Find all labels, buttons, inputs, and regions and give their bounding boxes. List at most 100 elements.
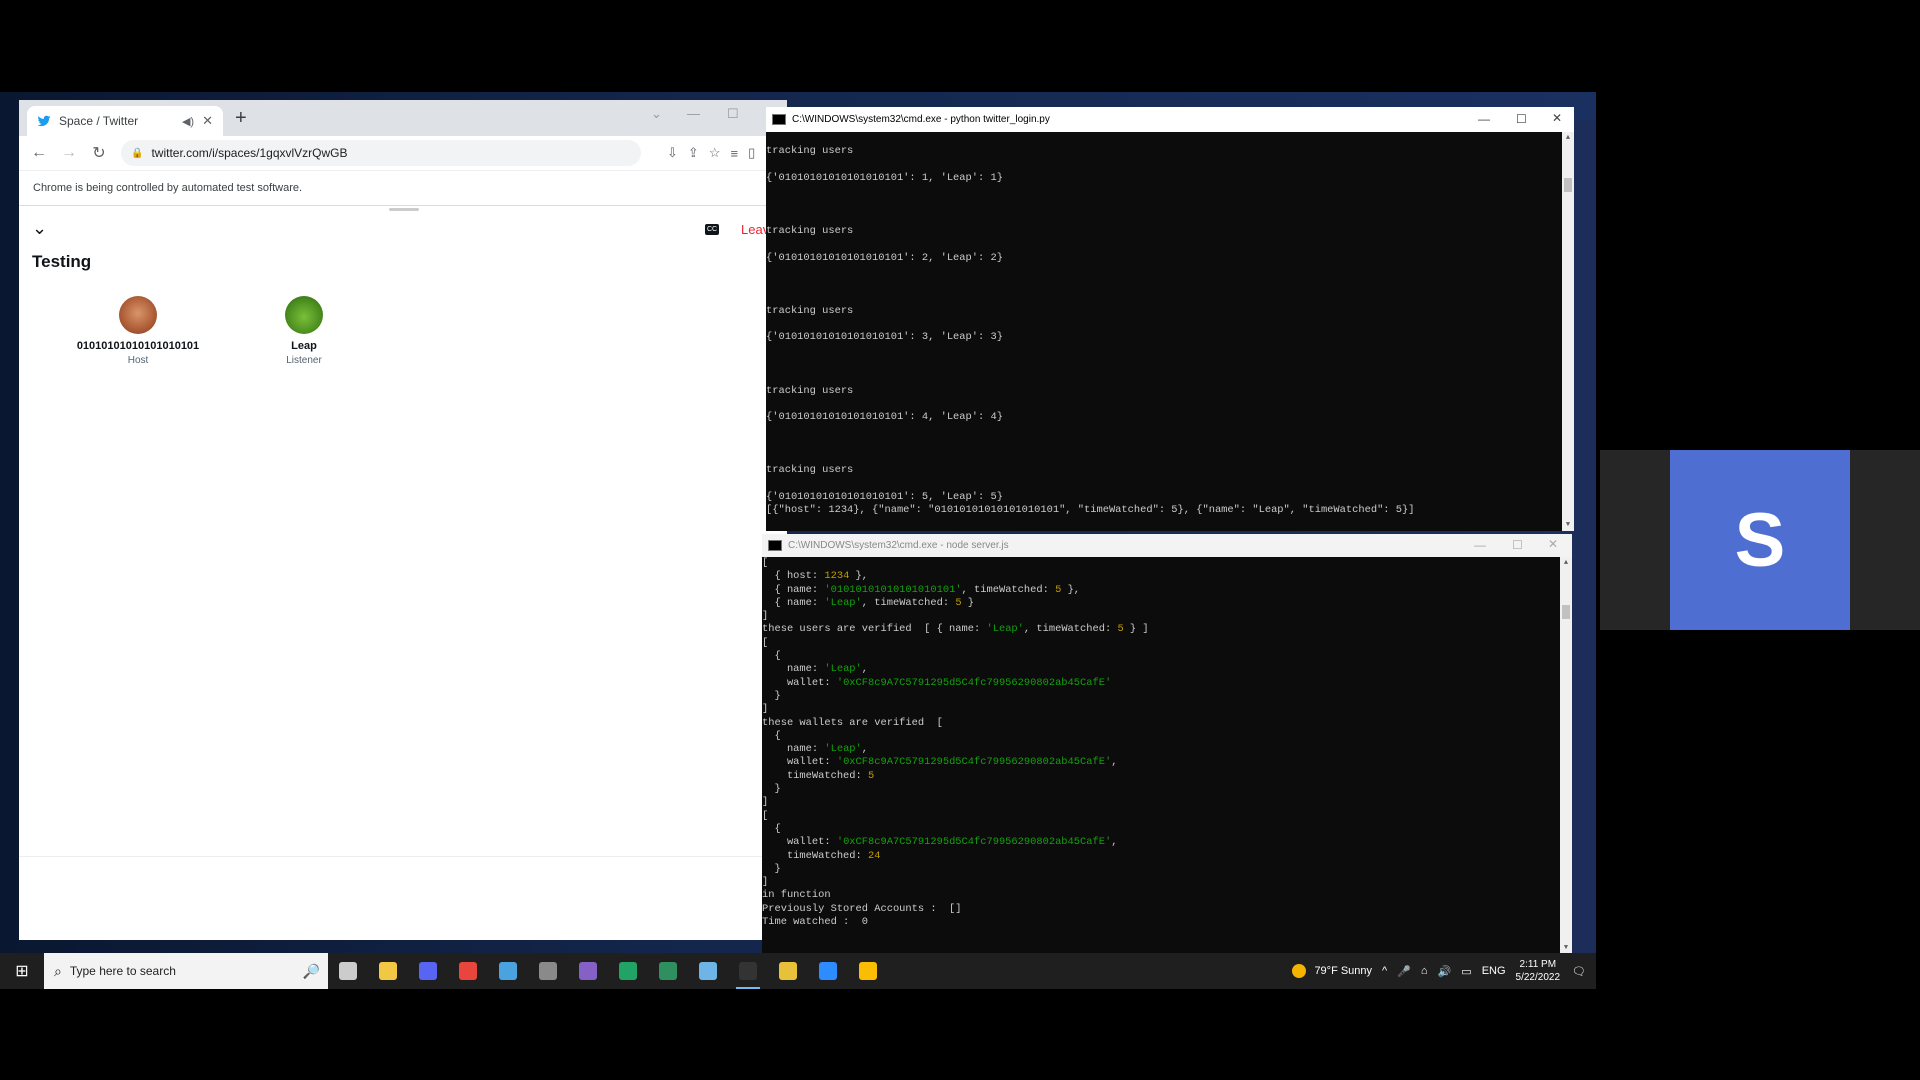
participant-host[interactable]: 01010101010101010101 Host bbox=[63, 296, 213, 366]
excel-icon[interactable] bbox=[608, 953, 648, 989]
node-terminal-window: C:\WINDOWS\system32\cmd.exe - node serve… bbox=[762, 534, 1572, 954]
terminal-text: , bbox=[861, 743, 869, 756]
scroll-thumb[interactable] bbox=[1562, 605, 1570, 619]
share-icon[interactable]: ⇪ bbox=[688, 145, 699, 161]
terminal-line: these wallets are verified [ bbox=[762, 717, 1572, 730]
minimize-icon[interactable]: — bbox=[687, 106, 700, 121]
chevron-up-icon[interactable]: ^ bbox=[1382, 965, 1387, 977]
chrome-icon-glyph bbox=[459, 962, 477, 980]
terminal-text: 24 bbox=[868, 849, 881, 862]
chevron-down-icon[interactable]: ⌄ bbox=[651, 106, 662, 122]
microphone-icon[interactable]: 🎤 bbox=[1397, 965, 1411, 978]
terminal-text: these wallets are verified [ bbox=[762, 716, 943, 729]
git-icon[interactable] bbox=[768, 953, 808, 989]
terminal-text: name: bbox=[762, 663, 825, 676]
terminal-text: '0xCF8c9A7C5791295d5C4fc79956290802ab45C… bbox=[836, 676, 1112, 689]
browser-window: Space / Twitter ◀) ✕ + ⌄ — ☐ ← → ↻ 🔒 twi… bbox=[19, 100, 787, 940]
new-tab-button[interactable]: + bbox=[235, 107, 247, 130]
terminal-output[interactable]: [ { host: 1234 }, { name: '0101010101010… bbox=[762, 557, 1572, 954]
scroll-down-icon[interactable]: ▼ bbox=[1562, 521, 1574, 529]
terminal-text: ] bbox=[762, 796, 769, 809]
terminal-line: name: 'Leap', bbox=[762, 743, 1572, 756]
collapse-chevron-icon[interactable]: ⌄ bbox=[32, 218, 47, 239]
spreadsheet-icon[interactable] bbox=[648, 953, 688, 989]
minimize-icon[interactable]: — bbox=[1478, 112, 1490, 126]
close-icon[interactable]: ✕ bbox=[1552, 111, 1562, 125]
desktop-edge bbox=[1572, 120, 1596, 980]
task-view-icon[interactable] bbox=[328, 953, 368, 989]
close-icon[interactable]: ✕ bbox=[1548, 537, 1558, 551]
notepad-icon[interactable] bbox=[488, 953, 528, 989]
terminal-icon[interactable] bbox=[728, 953, 768, 989]
maximize-icon[interactable]: ☐ bbox=[1512, 538, 1523, 552]
install-icon[interactable]: ⇩ bbox=[667, 145, 678, 161]
terminal-line: {'01010101010101010101': 5, 'Leap': 5} bbox=[766, 491, 1003, 504]
chrome-icon-2[interactable] bbox=[848, 953, 888, 989]
forward-icon[interactable]: → bbox=[59, 144, 79, 162]
terminal-line: tracking users bbox=[766, 384, 854, 397]
scrollbar[interactable]: ▲ ▼ bbox=[1562, 132, 1574, 531]
terminal-line: wallet: '0xCF8c9A7C5791295d5C4fc79956290… bbox=[762, 677, 1572, 690]
weather-text[interactable]: 79°F Sunny bbox=[1314, 965, 1372, 977]
terminal-text: , timeWatched: bbox=[1023, 623, 1118, 636]
scroll-up-icon[interactable]: ▲ bbox=[1560, 559, 1572, 567]
terminal-output[interactable]: tracking users {'01010101010101010101': 1… bbox=[766, 132, 1574, 531]
notifications-icon[interactable]: 🗨 bbox=[1572, 965, 1586, 978]
participant-video-tile[interactable]: S bbox=[1670, 450, 1850, 630]
maximize-icon[interactable]: ☐ bbox=[727, 106, 739, 122]
editor-icon[interactable] bbox=[688, 953, 728, 989]
clock[interactable]: 2:11 PM 5/22/2022 bbox=[1516, 958, 1561, 984]
zoom-icon[interactable] bbox=[808, 953, 848, 989]
terminal-text: } bbox=[762, 862, 781, 875]
tab-space-twitter[interactable]: Space / Twitter ◀) ✕ bbox=[27, 106, 223, 136]
divider bbox=[19, 856, 787, 857]
side-panel-icon[interactable]: ▯ bbox=[748, 145, 755, 161]
close-tab-icon[interactable]: ✕ bbox=[202, 113, 213, 129]
terminal-line: ] bbox=[762, 703, 1572, 716]
language-indicator[interactable]: ENG bbox=[1482, 965, 1506, 977]
bookmark-star-icon[interactable]: ☆ bbox=[709, 145, 721, 161]
file-explorer-icon[interactable] bbox=[368, 953, 408, 989]
chrome-icon[interactable] bbox=[448, 953, 488, 989]
terminal-line: {'01010101010101010101': 3, 'Leap': 3} bbox=[766, 331, 1003, 344]
taskbar-search[interactable]: ⌕ Type here to search 🔎 bbox=[44, 953, 328, 989]
scroll-thumb[interactable] bbox=[1564, 178, 1572, 192]
network-icon[interactable]: ⌂ bbox=[1421, 965, 1428, 977]
zoom-icon-glyph bbox=[819, 962, 837, 980]
terminal-text: '0xCF8c9A7C5791295d5C4fc79956290802ab45C… bbox=[836, 756, 1112, 769]
python-terminal-window: C:\WINDOWS\system32\cmd.exe - python twi… bbox=[766, 107, 1574, 531]
address-bar[interactable]: 🔒 twitter.com/i/spaces/1gqxvlVzrQwGB bbox=[121, 140, 641, 166]
game-icon[interactable] bbox=[528, 953, 568, 989]
scroll-down-icon[interactable]: ▼ bbox=[1560, 944, 1572, 952]
avatar bbox=[285, 296, 323, 334]
volume-icon[interactable]: 🔊 bbox=[1438, 965, 1452, 978]
terminal-line: tracking users bbox=[766, 225, 854, 238]
terminal-text: , bbox=[1111, 756, 1118, 769]
display-icon[interactable]: ▭ bbox=[1461, 965, 1471, 978]
search-highlight-icon: 🔎 bbox=[302, 962, 320, 979]
speaker-icon[interactable]: ◀) bbox=[182, 115, 194, 128]
participant-listener[interactable]: Leap Listener bbox=[229, 296, 379, 366]
automation-infobar: Chrome is being controlled by automated … bbox=[19, 170, 787, 206]
terminal-line: { name: '01010101010101010101', timeWatc… bbox=[762, 584, 1572, 597]
drag-handle[interactable] bbox=[389, 208, 419, 211]
back-icon[interactable]: ← bbox=[29, 144, 49, 162]
minimize-icon[interactable]: — bbox=[1474, 538, 1486, 552]
terminal-line: wallet: '0xCF8c9A7C5791295d5C4fc79956290… bbox=[762, 836, 1572, 849]
reading-list-icon[interactable]: ≡ bbox=[730, 146, 738, 161]
visual-studio-icon[interactable] bbox=[568, 953, 608, 989]
windows-start-icon[interactable]: ⊞ bbox=[0, 961, 44, 981]
reload-icon[interactable]: ↻ bbox=[89, 143, 109, 163]
terminal-line: [ bbox=[762, 557, 1572, 570]
discord-icon[interactable] bbox=[408, 953, 448, 989]
maximize-icon[interactable]: ☐ bbox=[1516, 112, 1527, 126]
captions-button[interactable]: CC bbox=[705, 224, 719, 235]
search-placeholder: Type here to search bbox=[69, 964, 176, 978]
scrollbar[interactable]: ▲ ▼ bbox=[1560, 557, 1572, 954]
scroll-up-icon[interactable]: ▲ bbox=[1562, 134, 1574, 142]
terminal-titlebar: C:\WINDOWS\system32\cmd.exe - node serve… bbox=[762, 534, 1572, 557]
